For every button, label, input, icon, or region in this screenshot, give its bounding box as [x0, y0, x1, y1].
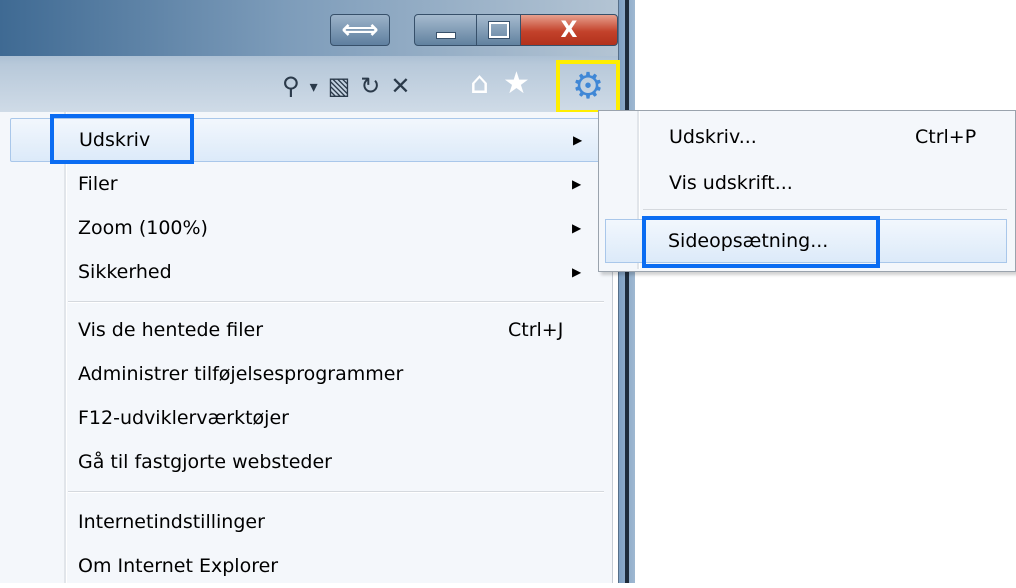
- submenu-item-label: Vis udskrift...: [669, 172, 793, 194]
- submenu-arrow-icon: ▶: [572, 221, 582, 235]
- menu-item-label: Administrer tilføjelsesprogrammer: [78, 363, 404, 385]
- dropdown-icon[interactable]: ▾: [310, 77, 318, 96]
- close-button[interactable]: X: [520, 14, 618, 46]
- menu-item-about-ie[interactable]: Om Internet Explorer: [0, 544, 612, 588]
- menu-item-files[interactable]: Filer ▶: [0, 162, 612, 206]
- menu-separator: [68, 491, 604, 493]
- menu-item-label: Vis de hentede filer: [78, 319, 264, 341]
- submenu-item-shortcut: Ctrl+P: [915, 126, 977, 148]
- close-icon: X: [560, 17, 578, 43]
- compatibility-view-icon[interactable]: ▧: [328, 72, 351, 100]
- window-frame-edge: [618, 0, 635, 583]
- menu-item-label: Internetindstillinger: [78, 511, 265, 533]
- submenu-arrow-icon: ▶: [573, 133, 583, 147]
- tools-button[interactable]: ⚙: [556, 60, 620, 114]
- submenu-item-print-preview[interactable]: Vis udskrift...: [599, 161, 1013, 205]
- menu-separator: [68, 301, 604, 303]
- minimize-button[interactable]: [414, 14, 478, 46]
- menu-item-label: F12-udviklerværktøjer: [78, 407, 289, 429]
- menu-item-pinned-sites[interactable]: Gå til fastgjorte websteder: [0, 440, 612, 484]
- menu-item-internet-options[interactable]: Internetindstillinger: [0, 500, 612, 544]
- submenu-item-label: Udskriv...: [669, 126, 757, 148]
- maximize-icon: [488, 21, 510, 39]
- resize-arrow-button[interactable]: ⟺: [330, 14, 390, 46]
- toolbar-icons: ⌂ ★: [470, 66, 530, 101]
- gear-icon: ⚙: [571, 66, 605, 107]
- menu-item-zoom[interactable]: Zoom (100%) ▶: [0, 206, 612, 250]
- search-icon[interactable]: ⚲: [282, 72, 300, 100]
- menu-item-label: Filer: [78, 173, 118, 195]
- submenu-item-print[interactable]: Udskriv... Ctrl+P: [599, 115, 1013, 159]
- submenu-arrow-icon: ▶: [572, 177, 582, 191]
- refresh-icon[interactable]: ↻: [360, 72, 380, 100]
- stop-icon[interactable]: ✕: [390, 72, 410, 100]
- submenu-arrow-icon: ▶: [572, 265, 582, 279]
- highlight-box-print: [50, 114, 194, 164]
- minimize-icon: [436, 31, 456, 39]
- menu-item-label: Sikkerhed: [78, 261, 172, 283]
- home-icon[interactable]: ⌂: [470, 66, 489, 101]
- tools-menu: Udskriv ▶ Filer ▶ Zoom (100%) ▶ Sikkerhe…: [0, 112, 613, 583]
- menu-item-f12-dev-tools[interactable]: F12-udviklerværktøjer: [0, 396, 612, 440]
- menu-item-security[interactable]: Sikkerhed ▶: [0, 250, 612, 294]
- menu-item-view-downloads[interactable]: Vis de hentede filer Ctrl+J: [0, 308, 612, 352]
- menu-item-manage-addons[interactable]: Administrer tilføjelsesprogrammer: [0, 352, 612, 396]
- maximize-button[interactable]: [476, 14, 522, 46]
- menu-item-label: Gå til fastgjorte websteder: [78, 451, 332, 473]
- menu-item-label: Om Internet Explorer: [78, 555, 279, 577]
- submenu-separator: [643, 209, 1007, 210]
- double-arrow-icon: ⟺: [341, 15, 379, 45]
- address-bar-controls: ⚲ ▾ ▧ ↻ ✕: [282, 72, 411, 100]
- favorites-star-icon[interactable]: ★: [503, 66, 530, 101]
- menu-item-label: Zoom (100%): [78, 217, 208, 239]
- menu-item-shortcut: Ctrl+J: [508, 319, 564, 341]
- highlight-box-page-setup: [642, 216, 880, 268]
